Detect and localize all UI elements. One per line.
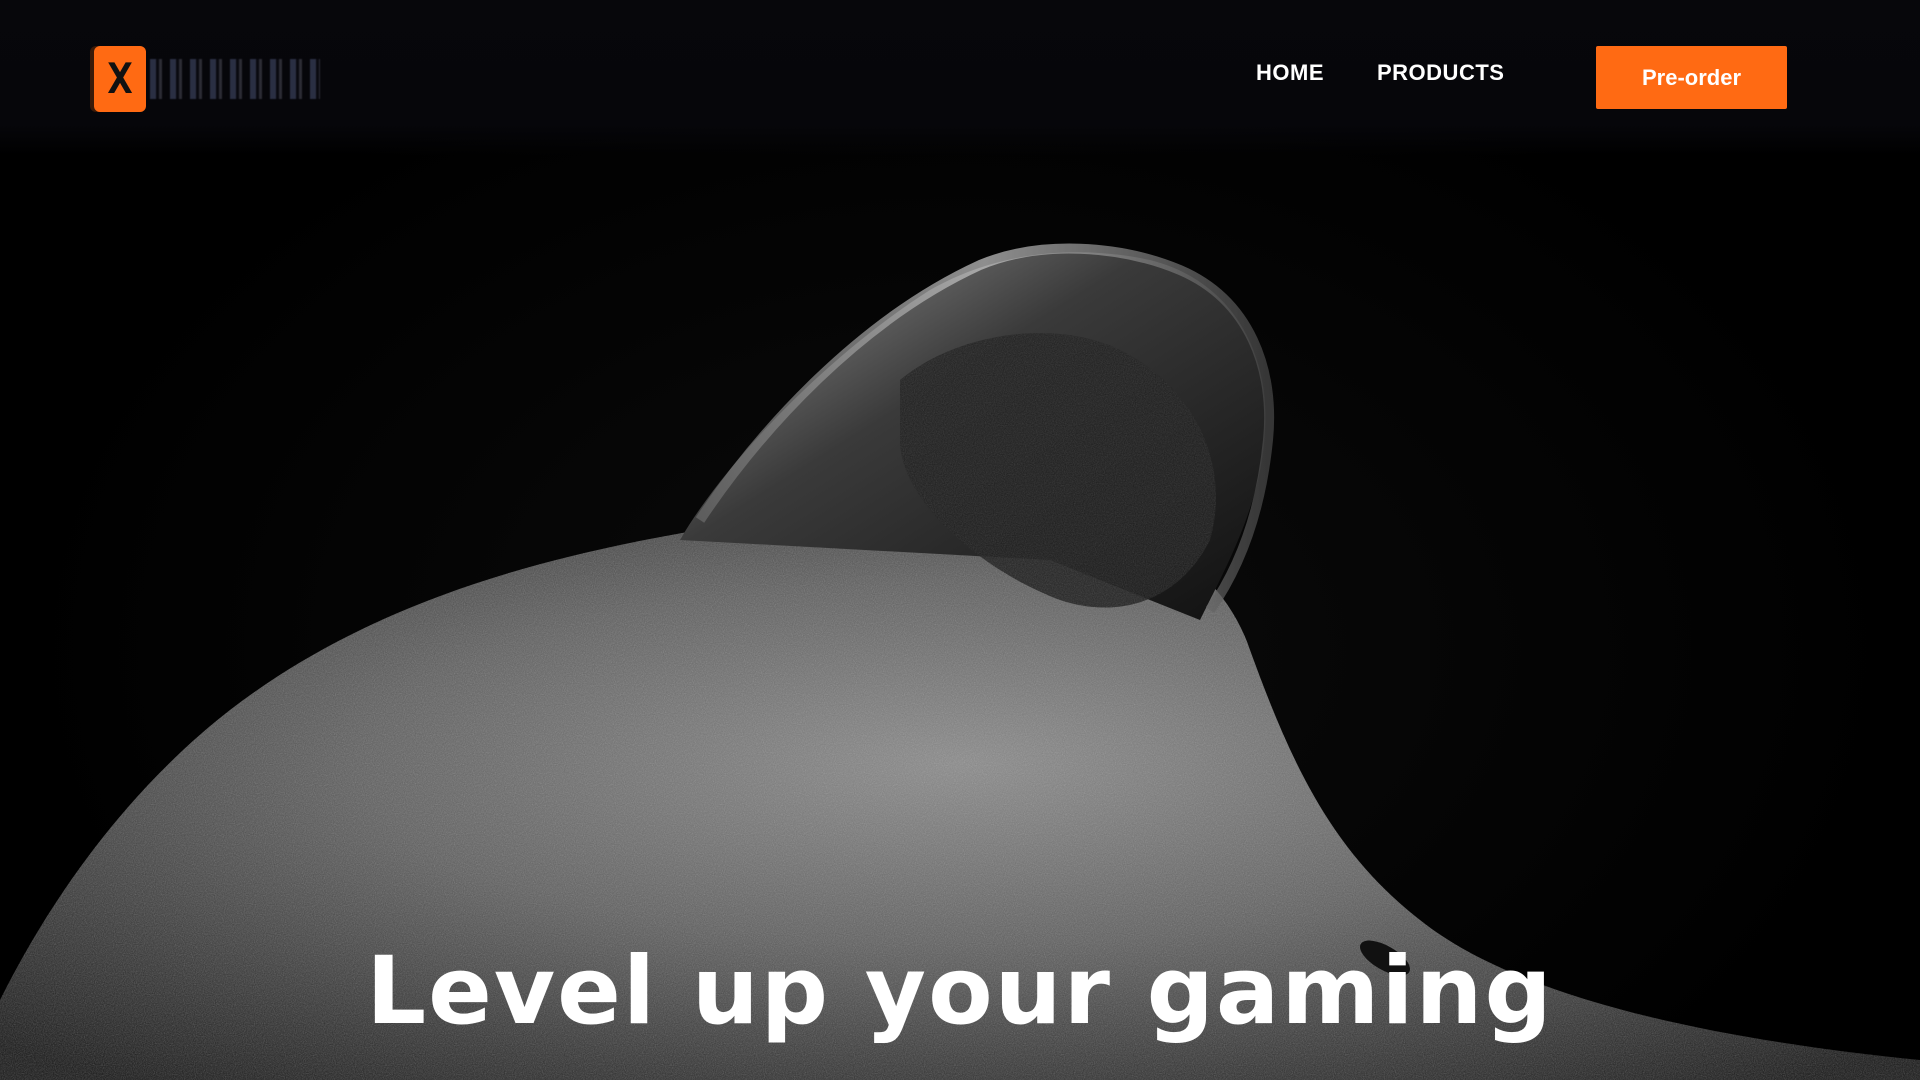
brand-logo[interactable]: X (94, 44, 350, 114)
hero-headline: Level up your gaming (366, 937, 1554, 1046)
nav-products-link[interactable]: PRODUCTS (1377, 60, 1504, 86)
logo-glyph: X (107, 54, 133, 103)
controller-closeup-image (0, 243, 1920, 1080)
hero-section (0, 0, 1920, 1080)
x-logo-icon: X (94, 46, 146, 112)
main-nav: HOME PRODUCTS (1256, 60, 1504, 86)
logo-wordmark-glitch (150, 59, 320, 99)
top-navigation-bar: X HOME PRODUCTS Pre-order (0, 0, 1920, 155)
preorder-button[interactable]: Pre-order (1596, 46, 1787, 109)
nav-home-link[interactable]: HOME (1256, 60, 1324, 86)
